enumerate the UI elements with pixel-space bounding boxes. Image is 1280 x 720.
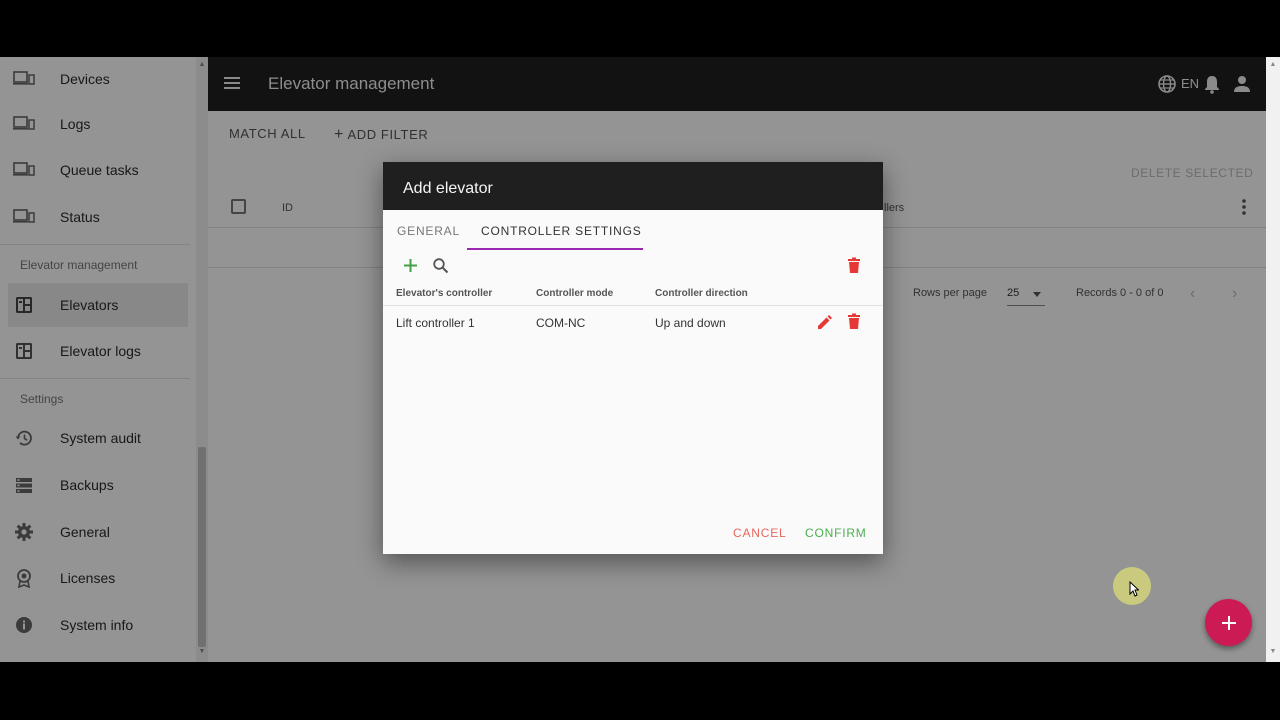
cell-mode: COM-NC — [536, 316, 586, 330]
cancel-button[interactable]: CANCEL — [733, 526, 786, 540]
dialog-title: Add elevator — [403, 180, 493, 197]
tab-general[interactable]: GENERAL — [397, 224, 460, 238]
cell-controller: Lift controller 1 — [396, 316, 475, 330]
delete-icon[interactable] — [847, 257, 861, 274]
scroll-down-icon[interactable]: ▼ — [1269, 648, 1277, 656]
column-header-mode: Controller mode — [536, 288, 614, 299]
active-tab-indicator — [467, 248, 643, 250]
column-header-controller: Elevator's controller — [396, 288, 493, 299]
search-icon[interactable] — [432, 257, 449, 274]
scroll-up-icon[interactable]: ▲ — [1269, 61, 1277, 69]
tab-controller-settings[interactable]: CONTROLLER SETTINGS — [481, 224, 642, 238]
add-icon[interactable] — [402, 257, 419, 274]
column-header-direction: Controller direction — [655, 288, 748, 299]
edit-icon[interactable] — [816, 314, 832, 330]
table-divider — [383, 305, 883, 306]
delete-icon[interactable] — [847, 313, 861, 330]
mouse-cursor-icon — [1129, 581, 1139, 597]
confirm-button[interactable]: CONFIRM — [805, 526, 867, 540]
add-elevator-fab[interactable] — [1205, 599, 1252, 646]
app-window: Devices Logs Queue tasks Status Elevator… — [0, 57, 1280, 662]
plus-icon — [1221, 615, 1236, 630]
dialog-header: Add elevator — [383, 162, 883, 210]
add-elevator-dialog: Add elevator GENERAL CONTROLLER SETTINGS… — [383, 162, 883, 554]
cell-direction: Up and down — [655, 316, 726, 330]
page-scrollbar[interactable]: ▲ ▼ — [1266, 57, 1280, 662]
